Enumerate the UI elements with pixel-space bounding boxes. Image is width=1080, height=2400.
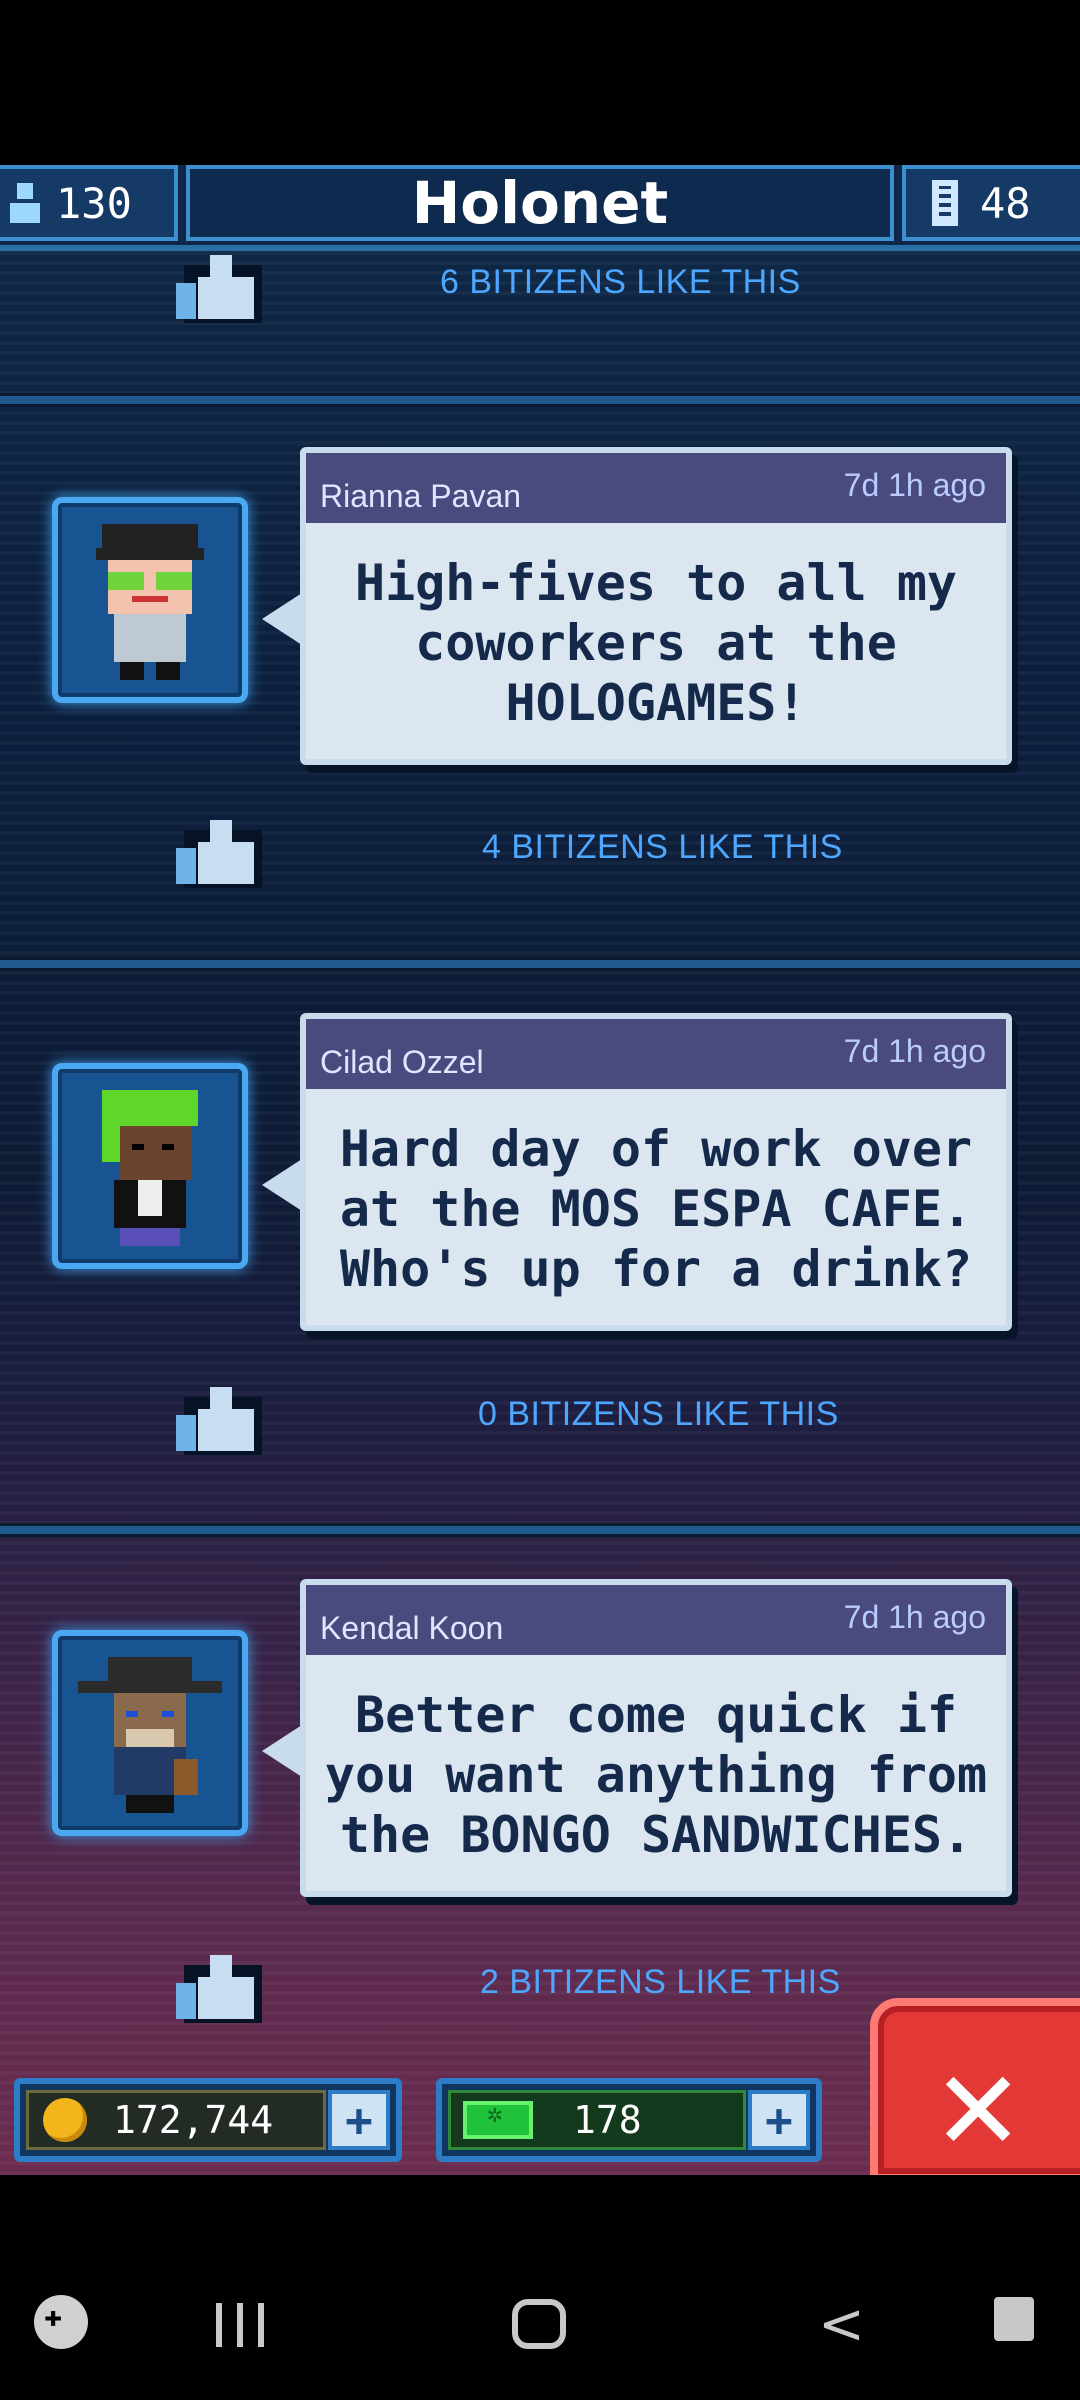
home-button[interactable] <box>512 2299 566 2349</box>
recents-button[interactable] <box>216 2303 264 2347</box>
bitizen-portrait <box>96 524 204 680</box>
like-row: 0 BITIZENS LIKE THIS <box>0 1387 1080 1457</box>
like-count: 2 BITIZENS LIKE THIS <box>480 1963 841 2001</box>
floors-value: 48 <box>980 178 1031 228</box>
thumbs-up-icon[interactable] <box>176 1955 262 2023</box>
game-tools-icon[interactable] <box>34 2295 88 2349</box>
post-bubble: Rianna Pavan 7d 1h ago High-fives to all… <box>300 447 1012 765</box>
like-count: 6 BITIZENS LIKE THIS <box>440 263 801 301</box>
post-author[interactable]: Rianna Pavan <box>320 478 521 515</box>
holonet-screen: 6 BITIZENS LIKE THIS Rianna Pavan 7d 1h … <box>0 165 1080 2175</box>
population-counter[interactable]: 130 <box>0 165 178 241</box>
like-count: 4 BITIZENS LIKE THIS <box>482 828 843 866</box>
post-time: 7d 1h ago <box>843 1599 986 1635</box>
bux-value: 178 <box>573 2098 642 2142</box>
like-row: 6 BITIZENS LIKE THIS <box>0 255 1080 325</box>
post-header: Cilad Ozzel 7d 1h ago <box>306 1019 1006 1089</box>
back-button[interactable]: < <box>818 2297 865 2353</box>
elevator-icon <box>932 180 958 226</box>
post-header: Kendal Koon 7d 1h ago <box>306 1585 1006 1655</box>
add-coins-button[interactable]: + <box>328 2090 390 2150</box>
population-value: 130 <box>56 178 132 228</box>
like-row: 4 BITIZENS LIKE THIS <box>0 820 1080 890</box>
post-time: 7d 1h ago <box>843 1033 986 1069</box>
coin-icon <box>43 2098 87 2142</box>
post-time: 7d 1h ago <box>843 467 986 503</box>
add-bux-button[interactable]: + <box>748 2090 810 2150</box>
person-icon <box>8 181 42 225</box>
bitizen-portrait <box>78 1657 222 1813</box>
post-message: High-fives to all my coworkers at the HO… <box>306 523 1006 759</box>
keyboard-icon[interactable] <box>994 2297 1034 2341</box>
top-bar: 130 Holonet 48 <box>0 165 1080 251</box>
post-author[interactable]: Cilad Ozzel <box>320 1044 484 1081</box>
bottom-bar: 172,744 + 178 + ✕ <box>0 1998 1080 2182</box>
post-bubble: Cilad Ozzel 7d 1h ago Hard day of work o… <box>300 1013 1012 1331</box>
post-header: Rianna Pavan 7d 1h ago <box>306 453 1006 523</box>
thumbs-up-icon[interactable] <box>176 820 262 888</box>
floors-counter[interactable]: 48 <box>902 165 1080 241</box>
avatar[interactable] <box>52 1630 248 1836</box>
close-icon: ✕ <box>932 2047 1025 2175</box>
bux-icon <box>463 2099 533 2139</box>
like-count: 0 BITIZENS LIKE THIS <box>478 1395 839 1433</box>
post-message: Better come quick if you want anything f… <box>306 1655 1006 1891</box>
post-bubble: Kendal Koon 7d 1h ago Better come quick … <box>300 1579 1012 1897</box>
post-message: Hard day of work over at the MOS ESPA CA… <box>306 1089 1006 1325</box>
divider <box>0 393 1080 407</box>
bux-panel: 178 + <box>436 2078 822 2162</box>
bitizen-portrait <box>102 1090 198 1246</box>
coins-panel: 172,744 + <box>14 2078 402 2162</box>
avatar[interactable] <box>52 1063 248 1269</box>
system-navigation-bar: < <box>0 2175 1080 2400</box>
thumbs-up-icon[interactable] <box>176 255 262 323</box>
post-author[interactable]: Kendal Koon <box>320 1610 503 1647</box>
divider <box>0 1523 1080 1537</box>
close-button[interactable]: ✕ <box>870 1998 1080 2182</box>
divider <box>0 957 1080 971</box>
thumbs-up-icon[interactable] <box>176 1387 262 1455</box>
coins-value: 172,744 <box>113 2098 274 2142</box>
page-title: Holonet <box>186 165 894 241</box>
avatar[interactable] <box>52 497 248 703</box>
